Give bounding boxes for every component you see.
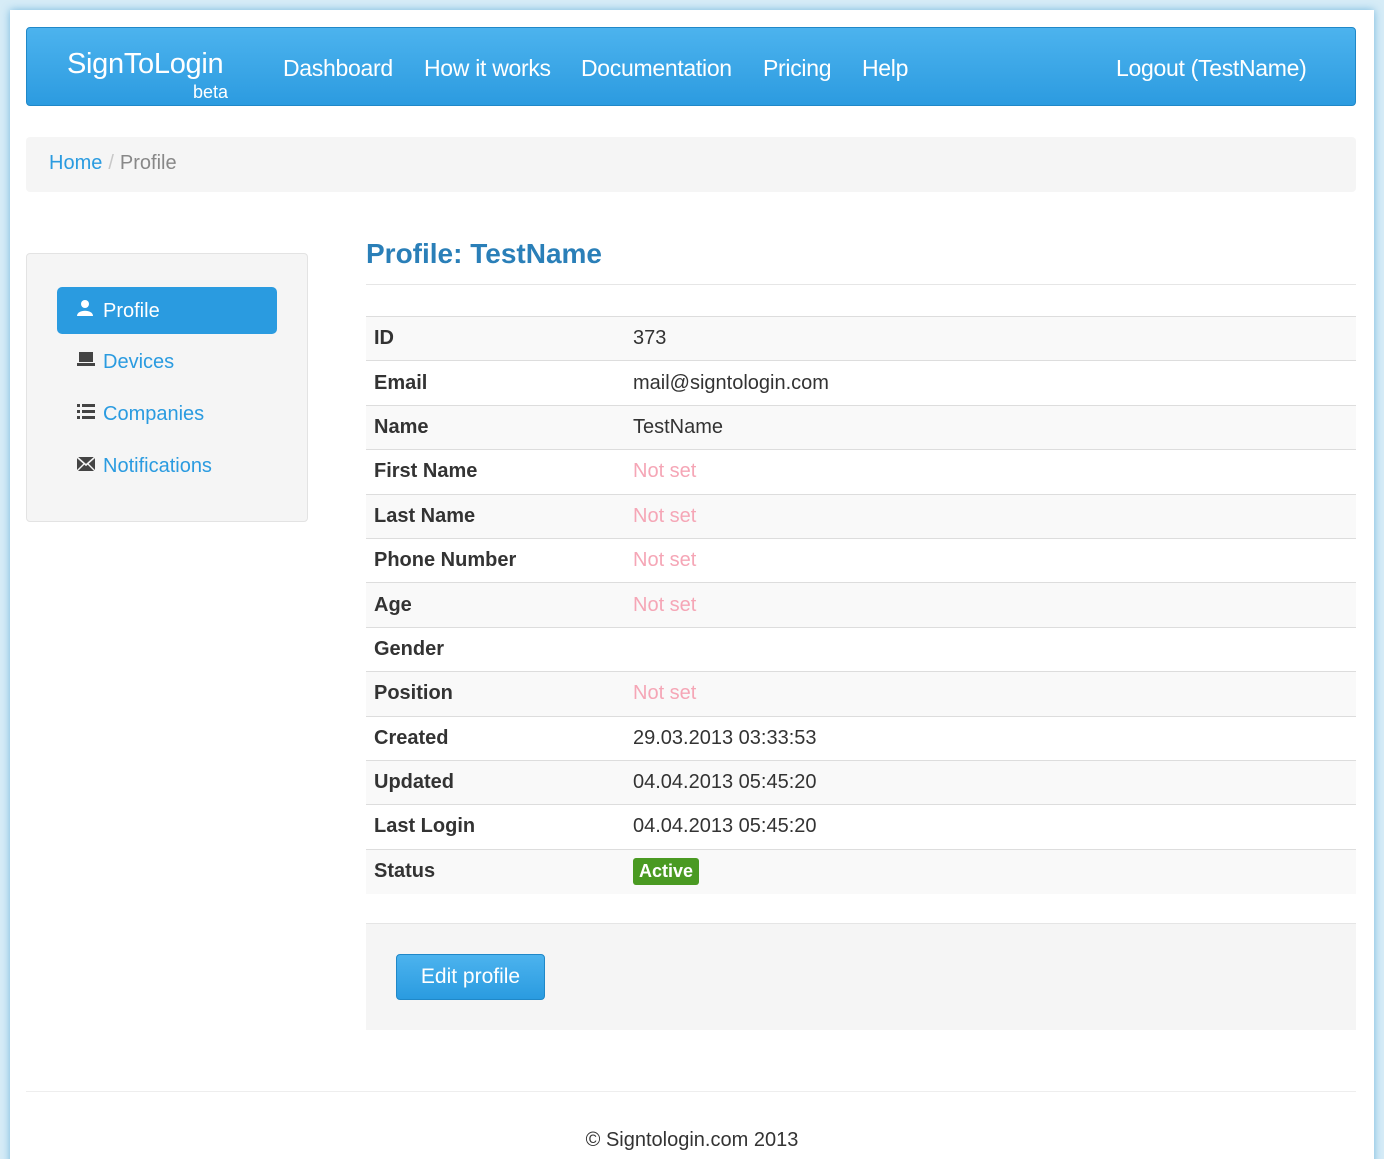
row-label: Email (366, 360, 625, 406)
sidebar-item-label: Notifications (103, 455, 212, 477)
sidebar-item-label: Profile (103, 300, 160, 322)
sidebar-item-devices[interactable]: Devices (57, 339, 277, 386)
table-row: Status Active (366, 848, 1356, 894)
row-label: Status (366, 848, 625, 894)
breadcrumb-home[interactable]: Home (49, 152, 102, 174)
table-row: Phone Number Not set (366, 537, 1356, 583)
brand-beta-tag: beta (193, 82, 229, 102)
page: SignToLogin beta Dashboard How it works … (10, 10, 1374, 1159)
row-label: Updated (366, 759, 625, 805)
nav-how-it-works[interactable]: How it works (424, 55, 551, 82)
row-label: Age (366, 582, 625, 628)
breadcrumb: Home / Profile (26, 137, 1356, 192)
footer-divider (26, 1091, 1356, 1092)
row-label: First Name (366, 449, 625, 495)
row-label: Last Login (366, 804, 625, 850)
nav-documentation[interactable]: Documentation (581, 55, 732, 82)
table-row: First Name Not set (366, 449, 1356, 495)
title-divider (366, 284, 1356, 285)
row-value: TestName (625, 404, 1356, 450)
brand-logo[interactable]: SignToLogin (67, 48, 224, 81)
laptop-icon (77, 351, 97, 372)
row-value: Not set (625, 671, 1356, 717)
logout-link[interactable]: Logout (TestName) (1116, 55, 1307, 82)
sidebar-item-label: Devices (103, 351, 175, 373)
status-badge: Active (633, 858, 700, 886)
footer-copyright: © Signtologin.com 2013 (585, 1129, 799, 1151)
sidebar-item-notifications[interactable]: Notifications (57, 443, 277, 490)
breadcrumb-separator: / (108, 152, 114, 174)
row-label: Name (366, 404, 625, 450)
table-row: Email mail@signtologin.com (366, 360, 1356, 406)
row-value: mail@signtologin.com (625, 360, 1356, 406)
row-value: Not set (625, 537, 1356, 583)
row-value: 373 (625, 315, 1356, 361)
table-row: Position Not set (366, 671, 1356, 717)
profile-details-table: ID 373 Email mail@signtologin.com Name T… (366, 315, 1356, 894)
table-row: Last Name Not set (366, 493, 1356, 539)
row-value: Not set (625, 582, 1356, 628)
table-row: Updated 04.04.2013 05:45:20 (366, 759, 1356, 805)
row-label: Phone Number (366, 537, 625, 583)
navbar: SignToLogin beta Dashboard How it works … (26, 27, 1356, 106)
row-value: 04.04.2013 05:45:20 (625, 759, 1356, 805)
sidebar-item-profile[interactable]: Profile (57, 287, 277, 334)
row-value: Not set (625, 493, 1356, 539)
table-row: Age Not set (366, 582, 1356, 628)
row-value (625, 626, 1356, 672)
sidebar-item-companies[interactable]: Companies (57, 391, 277, 438)
page-title: Profile: TestName (366, 238, 602, 269)
user-icon (77, 299, 97, 321)
nav-pricing[interactable]: Pricing (763, 55, 832, 82)
form-actions: Edit profile (366, 923, 1356, 1030)
table-row: Gender (366, 626, 1356, 672)
table-row: Created 29.03.2013 03:33:53 (366, 715, 1356, 761)
row-label: Last Name (366, 493, 625, 539)
row-label: Gender (366, 626, 625, 672)
row-label: Created (366, 715, 625, 761)
envelope-icon (76, 456, 97, 476)
table-row: Last Login 04.04.2013 05:45:20 (366, 804, 1356, 850)
nav-dashboard[interactable]: Dashboard (283, 55, 393, 82)
sidebar: Profile Devices Companies Notifications (26, 253, 308, 522)
table-row: Name TestName (366, 404, 1356, 450)
nav-help[interactable]: Help (862, 55, 908, 82)
row-label: Position (366, 671, 625, 717)
edit-profile-button[interactable]: Edit profile (396, 954, 545, 1000)
table-row: ID 373 (366, 315, 1356, 361)
breadcrumb-current: Profile (119, 152, 177, 174)
sidebar-item-label: Companies (103, 403, 205, 425)
row-value: 29.03.2013 03:33:53 (625, 715, 1356, 761)
list-icon (77, 404, 97, 424)
row-value: Active (625, 848, 1356, 894)
row-value: 04.04.2013 05:45:20 (625, 804, 1356, 850)
row-label: ID (366, 315, 625, 361)
row-value: Not set (625, 449, 1356, 495)
